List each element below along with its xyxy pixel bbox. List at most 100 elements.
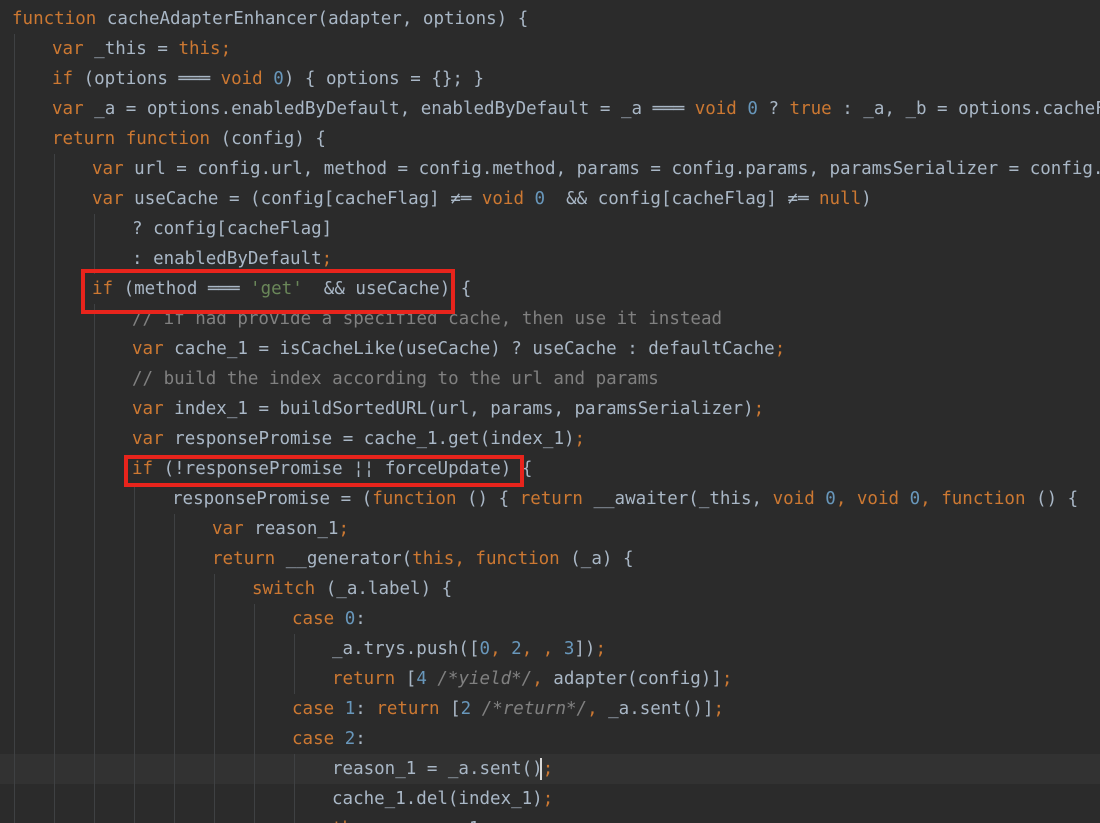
code-line[interactable]: return function (config) { — [0, 124, 1100, 154]
code-editor[interactable]: function cacheAdapterEnhancer(adapter, o… — [0, 0, 1100, 823]
code-line[interactable]: return __generator(this, function (_a) { — [0, 544, 1100, 574]
code-token: case — [292, 699, 345, 719]
code-line[interactable]: : enabledByDefault; — [0, 244, 1100, 274]
code-line[interactable]: case 1: return [2 /*return*/, _a.sent()]… — [0, 694, 1100, 724]
code-line[interactable]: var _this = this; — [0, 34, 1100, 64]
code-text: case 1: return [2 /*return*/, _a.sent()]… — [292, 694, 724, 724]
indent-guide — [134, 814, 135, 823]
code-token: ; — [721, 669, 733, 689]
code-line[interactable]: responsePromise = (function () { return … — [0, 484, 1100, 514]
code-token: useCache = (config[cacheFlag] ≠═ — [134, 189, 482, 209]
indent-guide — [14, 544, 15, 574]
code-token: reason_1 — [395, 819, 479, 823]
code-text: var index_1 = buildSortedURL(url, params… — [132, 394, 764, 424]
code-token: , — [587, 699, 609, 719]
indent-guide — [254, 784, 255, 814]
code-line[interactable]: var cache_1 = isCacheLike(useCache) ? us… — [0, 334, 1100, 364]
code-token: 2 — [511, 639, 522, 659]
code-token: (method ═══ — [123, 279, 251, 299]
indent-guide — [54, 424, 55, 454]
code-token: if — [92, 279, 124, 299]
code-token: : — [355, 609, 366, 629]
code-token: index_1 = buildSortedURL(url, params, pa… — [174, 399, 754, 419]
code-line[interactable]: if (options ═══ void 0) { options = {}; … — [0, 64, 1100, 94]
code-line[interactable]: reason_1 = _a.sent(); — [0, 754, 1100, 784]
code-line[interactable]: switch (_a.label) { — [0, 574, 1100, 604]
code-token: 0 — [747, 99, 758, 119]
text-caret — [540, 758, 542, 780]
code-line[interactable]: if (method ═══ 'get' && useCache) { — [0, 274, 1100, 304]
code-line[interactable]: throw reason_1; — [0, 814, 1100, 823]
indent-guide — [54, 154, 55, 184]
code-token: void — [220, 69, 274, 89]
code-text: cache_1.del(index_1); — [332, 784, 553, 814]
code-text: case 2: — [292, 724, 366, 754]
code-line[interactable]: ? config[cacheFlag] — [0, 214, 1100, 244]
indent-guide — [174, 754, 175, 784]
indent-guide — [94, 304, 95, 334]
code-token: 3 — [563, 639, 575, 659]
code-line[interactable]: _a.trys.push([0, 2, , 3]); — [0, 634, 1100, 664]
code-line[interactable]: cache_1.del(index_1); — [0, 784, 1100, 814]
code-token: ? — [757, 99, 790, 119]
indent-guide — [214, 724, 215, 754]
indent-guide — [134, 694, 135, 724]
indent-guide — [14, 124, 15, 154]
code-line[interactable]: var responsePromise = cache_1.get(index_… — [0, 424, 1100, 454]
indent-guide — [14, 784, 15, 814]
code-token: 0 — [825, 489, 836, 509]
indent-guide — [54, 364, 55, 394]
code-token: var — [92, 159, 135, 179]
indent-guide — [254, 724, 255, 754]
code-token: var — [212, 519, 255, 539]
indent-guide — [214, 814, 215, 823]
code-line[interactable]: if (!responsePromise ¦¦ forceUpdate) { — [0, 454, 1100, 484]
code-token: ; — [338, 519, 349, 539]
code-line[interactable]: function cacheAdapterEnhancer(adapter, o… — [0, 4, 1100, 34]
code-text: var _a = options.enabledByDefault, enabl… — [52, 94, 1100, 124]
code-line[interactable]: var _a = options.enabledByDefault, enabl… — [0, 94, 1100, 124]
code-line[interactable]: var index_1 = buildSortedURL(url, params… — [0, 394, 1100, 424]
code-line[interactable]: return [4 /*yield*/, adapter(config)]; — [0, 664, 1100, 694]
code-line[interactable]: case 2: — [0, 724, 1100, 754]
code-text: case 0: — [292, 604, 366, 634]
indent-guide — [14, 274, 15, 304]
indent-guide — [174, 724, 175, 754]
code-token: _this = — [94, 39, 179, 59]
indent-guide — [214, 574, 215, 604]
indent-guide — [94, 574, 95, 604]
code-token: 0 — [479, 639, 491, 659]
code-line[interactable]: // build the index according to the url … — [0, 364, 1100, 394]
code-token: responsePromise = cache_1.get(index_1) — [174, 429, 575, 449]
code-token: cache_1.del(index_1) — [332, 789, 543, 809]
indent-guide — [14, 634, 15, 664]
indent-guide — [94, 244, 95, 274]
indent-guide — [54, 394, 55, 424]
code-token: reason_1 = _a.sent() — [332, 759, 543, 779]
code-token: cache_1 = isCacheLike(useCache) ? useCac… — [174, 339, 775, 359]
code-token: ; — [713, 699, 725, 719]
code-token: void — [481, 189, 535, 209]
code-token: reason_1 — [254, 519, 339, 539]
indent-guide — [174, 514, 175, 544]
code-line[interactable]: case 0: — [0, 604, 1100, 634]
code-token: , function — [920, 489, 1037, 509]
code-line[interactable]: var reason_1; — [0, 514, 1100, 544]
code-text: // build the index according to the url … — [132, 364, 659, 394]
indent-guide — [14, 484, 15, 514]
code-token: 0 — [534, 189, 546, 209]
code-token: throw — [332, 819, 395, 823]
indent-guide — [54, 244, 55, 274]
code-token: function — [372, 489, 468, 509]
code-token: ; — [753, 399, 765, 419]
code-line[interactable]: var url = config.url, method = config.me… — [0, 154, 1100, 184]
code-token: (config) { — [220, 129, 326, 149]
indent-guide — [14, 724, 15, 754]
code-token: ; — [774, 339, 786, 359]
indent-guide — [14, 454, 15, 484]
code-line[interactable]: // if had provide a specified cache, the… — [0, 304, 1100, 334]
code-token: ; — [574, 429, 586, 449]
code-token: return — [376, 699, 451, 719]
code-token: ; — [480, 819, 491, 823]
code-line[interactable]: var useCache = (config[cacheFlag] ≠═ voi… — [0, 184, 1100, 214]
